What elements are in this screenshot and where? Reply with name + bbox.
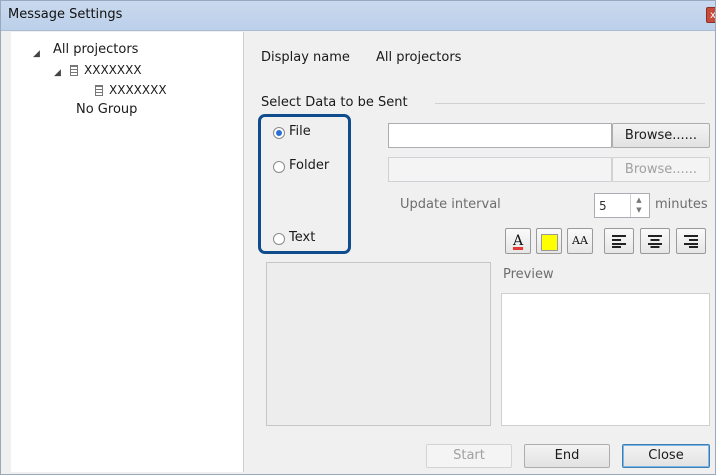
folder-path-input[interactable] — [388, 157, 612, 182]
tree-item-no-group[interactable]: No Group — [76, 102, 137, 117]
building-icon — [70, 65, 78, 76]
align-left-icon — [612, 235, 626, 248]
folder-browse-button[interactable]: Browse...... — [612, 157, 710, 182]
display-name-value: All projectors — [376, 50, 462, 65]
start-button[interactable]: Start — [426, 444, 512, 468]
update-interval-label: Update interval — [400, 197, 501, 212]
align-right-icon — [684, 235, 698, 248]
message-text-area[interactable] — [266, 262, 491, 426]
font-color-icon: A — [512, 233, 524, 249]
align-center-icon — [648, 235, 662, 248]
close-window-icon[interactable]: x — [706, 7, 715, 23]
selection-highlight — [258, 114, 351, 254]
close-button[interactable]: Close — [622, 444, 710, 468]
align-left-button[interactable] — [604, 228, 634, 254]
end-button[interactable]: End — [524, 444, 610, 468]
font-color-button[interactable]: A — [505, 228, 531, 254]
align-center-button[interactable] — [640, 228, 670, 254]
select-data-label: Select Data to be Sent — [261, 95, 408, 110]
stepper-up-icon[interactable]: ▲ — [634, 196, 644, 204]
window-title: Message Settings — [8, 7, 123, 22]
display-name-label: Display name — [261, 50, 350, 65]
projector-tree[interactable]: ◢ All projectors ◢ XXXXXXX XXXXXXX No Gr… — [11, 32, 244, 472]
tree-item-projector[interactable]: XXXXXXX — [109, 83, 167, 97]
tree-item-all-projectors[interactable]: All projectors — [53, 42, 138, 57]
building-icon — [95, 85, 103, 96]
align-right-button[interactable] — [676, 228, 706, 254]
tree-item-group[interactable]: XXXXXXX — [84, 63, 142, 77]
minutes-label: minutes — [655, 197, 708, 212]
highlight-color-button[interactable] — [536, 228, 562, 254]
stepper-buttons[interactable]: ▲ ▼ — [630, 194, 649, 217]
file-browse-button[interactable]: Browse...... — [612, 123, 710, 148]
title-bar: Message Settings x — [1, 1, 715, 31]
group-divider — [435, 103, 705, 104]
expand-arrow-icon[interactable]: ◢ — [33, 49, 40, 59]
preview-label: Preview — [503, 267, 554, 282]
preview-area — [501, 293, 710, 426]
update-interval-value: 5 — [599, 199, 607, 213]
font-size-button[interactable]: AA — [567, 228, 593, 254]
stepper-down-icon[interactable]: ▼ — [634, 206, 644, 214]
file-path-input[interactable] — [388, 123, 612, 148]
update-interval-stepper[interactable]: 5 ▲ ▼ — [594, 193, 650, 218]
message-settings-window: Message Settings x ◢ All projectors ◢ XX… — [0, 0, 716, 475]
font-size-icon: AA — [572, 234, 588, 247]
highlight-color-icon — [540, 234, 558, 251]
expand-arrow-icon[interactable]: ◢ — [54, 68, 61, 78]
